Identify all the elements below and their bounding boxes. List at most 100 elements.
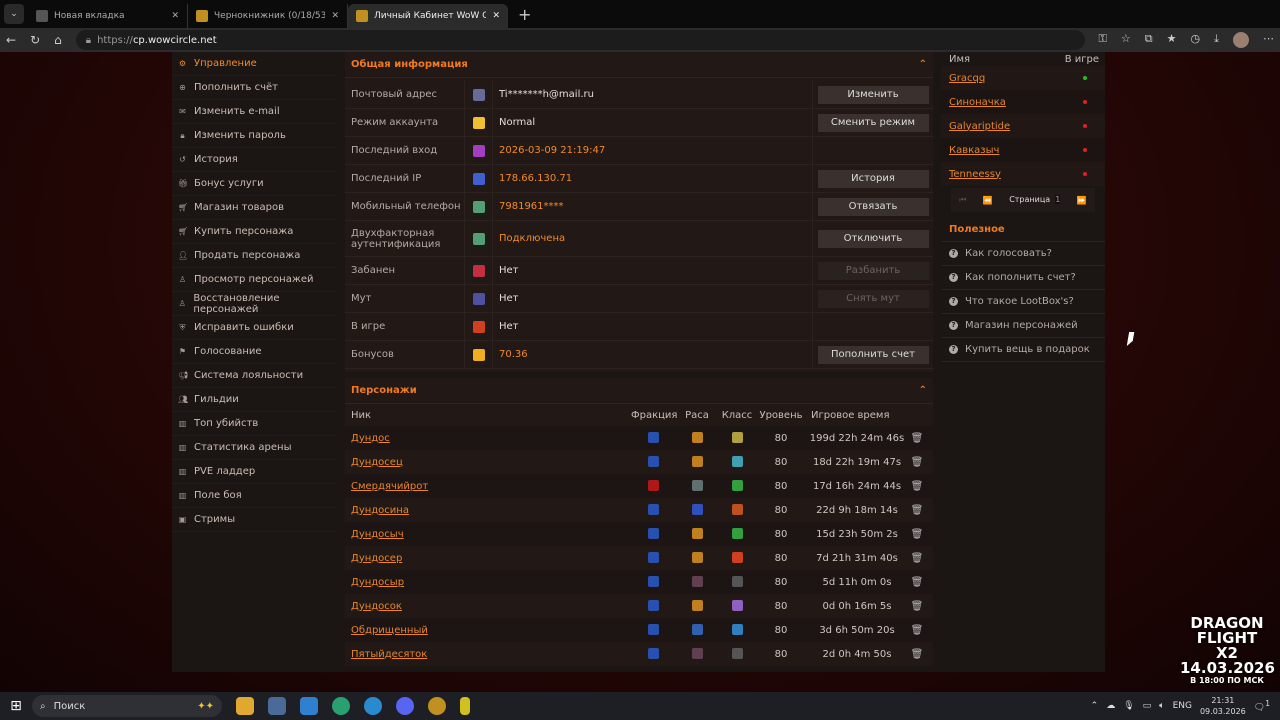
trash-icon[interactable]: 🗑︎: [907, 601, 927, 612]
windows-start-icon[interactable]: ⊞: [0, 698, 32, 714]
telegram-icon[interactable]: [364, 697, 382, 715]
language-indicator[interactable]: ENG: [1173, 701, 1192, 711]
page-input[interactable]: 1: [1055, 195, 1061, 204]
sidebar-item[interactable]: ▥ Статистика арены: [172, 436, 337, 460]
sidebar-item[interactable]: ▥ Топ убийств: [172, 412, 337, 436]
next-page-button[interactable]: ⏩: [1077, 196, 1087, 205]
sidebar-item[interactable]: ♙ Просмотр персонажей: [172, 268, 337, 292]
sidebar-item[interactable]: 🎁︎ Бонус услуги: [172, 172, 337, 196]
favorite-icon[interactable]: ☆: [1121, 32, 1131, 48]
info-action-button[interactable]: Изменить: [817, 85, 929, 104]
sidebar-item[interactable]: ⛨ Исправить ошибки: [172, 316, 337, 340]
calculator-icon[interactable]: [268, 697, 286, 715]
sidebar-item[interactable]: ↺ История: [172, 148, 337, 172]
trash-icon[interactable]: 🗑︎: [907, 481, 927, 492]
info-action-button[interactable]: Сменить режим: [817, 113, 929, 132]
sidebar-item[interactable]: 🛒︎ Купить персонажа: [172, 220, 337, 244]
trash-icon[interactable]: 🗑︎: [907, 649, 927, 660]
section-header[interactable]: Персонажи ⌃: [345, 378, 933, 404]
discord-icon[interactable]: [396, 697, 414, 715]
character-link[interactable]: Обдрищенный: [351, 625, 631, 636]
useful-link[interactable]: ? Как пополнить счет?: [941, 266, 1105, 290]
browser-tab[interactable]: Новая вкладка ✕: [28, 4, 188, 28]
close-tab-icon[interactable]: ✕: [492, 11, 500, 21]
trash-icon[interactable]: 🗑︎: [907, 553, 927, 564]
favorites-icon[interactable]: ★: [1167, 32, 1177, 48]
character-link[interactable]: Дундосер: [351, 553, 631, 564]
sidebar-item[interactable]: ⊕ Пополнить счёт: [172, 76, 337, 100]
trash-icon[interactable]: 🗑︎: [907, 577, 927, 588]
player-link[interactable]: Gracqq: [949, 73, 985, 84]
notifications-icon[interactable]: 🗨︎1: [1254, 699, 1270, 713]
info-action-button[interactable]: Отвязать: [817, 197, 929, 216]
chevron-up-icon[interactable]: ⌃: [1091, 701, 1099, 711]
character-link[interactable]: Дундосина: [351, 505, 631, 516]
section-header[interactable]: Общая информация ⌃: [345, 52, 933, 78]
trash-icon[interactable]: 🗑︎: [907, 457, 927, 468]
character-link[interactable]: Дундосыр: [351, 577, 631, 588]
sidebar-item[interactable]: 📢︎ Система лояльности: [172, 364, 337, 388]
history-icon[interactable]: ◷: [1191, 32, 1201, 48]
player-link[interactable]: Tenneessy: [949, 169, 1001, 180]
info-action-button[interactable]: Разбанить: [817, 261, 929, 280]
home-icon[interactable]: ⌂: [54, 33, 62, 47]
clock[interactable]: 21:31 09.03.2026: [1200, 695, 1246, 717]
sidebar-item[interactable]: 👥︎ Гильдии: [172, 388, 337, 412]
download-icon[interactable]: ⤓: [1214, 32, 1219, 48]
sidebar-item[interactable]: ⚙ Управление: [172, 52, 337, 76]
menu-icon[interactable]: ⋯: [1263, 32, 1274, 48]
browser-tab[interactable]: Личный Кабинет WoW Circle logo✕: [348, 4, 508, 28]
key-icon[interactable]: ⚿: [1099, 32, 1107, 48]
trash-icon[interactable]: 🗑︎: [907, 625, 927, 636]
prev-page-button[interactable]: ⏪: [983, 196, 993, 205]
info-action-button[interactable]: Пополнить счет: [817, 345, 929, 364]
sidebar-item[interactable]: ⚑ Голосование: [172, 340, 337, 364]
close-tab-icon[interactable]: ✕: [331, 11, 339, 21]
network-icon[interactable]: ▭: [1143, 701, 1152, 711]
wow-icon[interactable]: [428, 697, 446, 715]
profile-avatar[interactable]: [1233, 32, 1249, 48]
useful-link[interactable]: ? Магазин персонажей: [941, 314, 1105, 338]
info-action-button[interactable]: Снять мут: [817, 289, 929, 308]
character-link[interactable]: Смердячийрот: [351, 481, 631, 492]
volume-icon[interactable]: 🔈︎: [1159, 701, 1164, 711]
sidebar-item[interactable]: 👤︎ Продать персонажа: [172, 244, 337, 268]
player-link[interactable]: Синоначка: [949, 97, 1006, 108]
collapse-icon[interactable]: ⌃: [919, 385, 927, 396]
character-link[interactable]: Дундосец: [351, 457, 631, 468]
explorer-icon[interactable]: [236, 697, 254, 715]
cloud-icon[interactable]: ☁: [1106, 701, 1115, 711]
sidebar-item[interactable]: ▣ Стримы: [172, 508, 337, 532]
browser-tab[interactable]: Чернокнижник (0/18/53) - Кальк✕: [188, 4, 348, 28]
edge-icon[interactable]: [332, 697, 350, 715]
taskbar-search[interactable]: ⌕ Поиск ✦✦: [32, 695, 222, 717]
player-link[interactable]: Galyariptide: [949, 121, 1010, 132]
player-link[interactable]: Кавказыч: [949, 145, 999, 156]
info-action-button[interactable]: История: [817, 169, 929, 188]
app-icon[interactable]: [300, 697, 318, 715]
sidebar-item[interactable]: 🔒︎ Изменить пароль: [172, 124, 337, 148]
sidebar-item[interactable]: ▥ Поле боя: [172, 484, 337, 508]
first-page-button[interactable]: ⏮: [959, 195, 966, 205]
trash-icon[interactable]: 🗑︎: [907, 529, 927, 540]
new-tab-button[interactable]: +: [518, 5, 531, 24]
tab-actions-button[interactable]: ⌄: [4, 4, 24, 24]
sidebar-item[interactable]: ✉ Изменить e-mail: [172, 100, 337, 124]
url-input[interactable]: 🔒︎ https://cp.wowcircle.net: [75, 30, 1085, 50]
sidebar-item[interactable]: ♙ Восстановление персонажей: [172, 292, 337, 316]
sidebar-item[interactable]: 🛒︎ Магазин товаров: [172, 196, 337, 220]
useful-link[interactable]: ? Как голосовать?: [941, 242, 1105, 266]
mic-icon[interactable]: 🎙︎: [1123, 701, 1134, 711]
useful-link[interactable]: ? Купить вещь в подарок: [941, 338, 1105, 362]
character-link[interactable]: Пятыйдесяток: [351, 649, 631, 660]
reload-icon[interactable]: ↻: [30, 33, 40, 47]
collapse-icon[interactable]: ⌃: [919, 59, 927, 70]
trash-icon[interactable]: 🗑︎: [907, 505, 927, 516]
app-icon[interactable]: [460, 697, 470, 715]
sidebar-item[interactable]: ▥ PVE ладдер: [172, 460, 337, 484]
character-link[interactable]: Дундос: [351, 433, 631, 444]
info-action-button[interactable]: Отключить: [817, 229, 929, 248]
extensions-icon[interactable]: ⧉: [1145, 32, 1153, 48]
back-icon[interactable]: ←: [6, 33, 16, 47]
character-link[interactable]: Дундосыч: [351, 529, 631, 540]
